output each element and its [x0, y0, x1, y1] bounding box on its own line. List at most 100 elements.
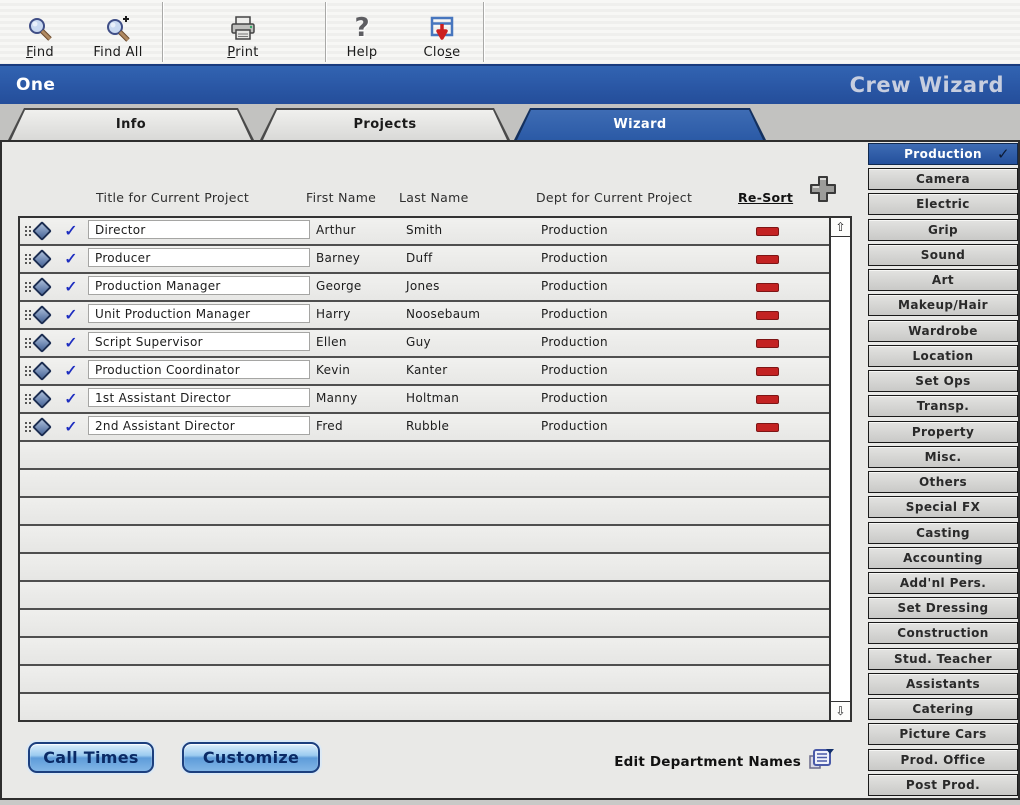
department-button-catering[interactable]: Catering ✓	[868, 698, 1018, 721]
crew-detail-diamond-icon[interactable]	[32, 277, 52, 297]
department-button-set-dressing[interactable]: Set Dressing ✓	[868, 597, 1018, 620]
tab-info[interactable]: Info	[8, 108, 254, 140]
department-label: Property	[911, 424, 975, 439]
department-button-property[interactable]: Property ✓	[868, 420, 1018, 443]
crew-detail-diamond-icon[interactable]	[32, 305, 52, 325]
remove-row-minus-icon[interactable]	[756, 339, 779, 348]
title-field[interactable]: 1st Assistant Director	[88, 388, 310, 407]
department-label: Construction	[897, 626, 989, 641]
remove-row-minus-icon[interactable]	[756, 395, 779, 404]
crew-detail-diamond-icon[interactable]	[32, 389, 52, 409]
title-field[interactable]: Script Supervisor	[88, 332, 310, 351]
add-row-plus-icon[interactable]	[808, 174, 838, 204]
crew-detail-diamond-icon[interactable]	[32, 417, 52, 437]
title-field[interactable]: Production Manager	[88, 276, 310, 295]
re-sort-link[interactable]: Re-Sort	[738, 190, 793, 205]
title-field[interactable]: Production Coordinator	[88, 360, 310, 379]
remove-row-minus-icon[interactable]	[756, 227, 779, 236]
include-checkmark-icon[interactable]: ✓	[64, 389, 77, 408]
scroll-down-icon[interactable]: ⇩	[831, 701, 850, 720]
help-button[interactable]: ? Help	[330, 4, 394, 60]
drag-handle-icon[interactable]	[25, 422, 27, 424]
drag-handle-icon[interactable]	[25, 254, 27, 256]
title-field[interactable]: 2nd Assistant Director	[88, 416, 310, 435]
remove-row-minus-icon[interactable]	[756, 255, 779, 264]
department-button-grip[interactable]: Grip ✓	[868, 218, 1018, 241]
department-button-construction[interactable]: Construction ✓	[868, 622, 1018, 645]
crew-list: ✓ Director Arthur Smith Production ✓ Pro…	[18, 216, 852, 722]
department-button-location[interactable]: Location ✓	[868, 344, 1018, 367]
include-checkmark-icon[interactable]: ✓	[64, 361, 77, 380]
department-label: Stud. Teacher	[894, 651, 992, 666]
dept-value: Production	[541, 279, 608, 293]
department-button-art[interactable]: Art ✓	[868, 269, 1018, 292]
crew-detail-diamond-icon[interactable]	[32, 333, 52, 353]
department-button-makeup-hair[interactable]: Makeup/Hair ✓	[868, 294, 1018, 317]
app-title: Crew Wizard	[849, 73, 1004, 97]
department-button-prod-office[interactable]: Prod. Office ✓	[868, 748, 1018, 771]
department-button-production[interactable]: Production ✓	[868, 143, 1018, 165]
edit-department-names-button[interactable]: Edit Department Names	[562, 748, 834, 776]
scroll-up-icon[interactable]: ⇧	[831, 218, 850, 237]
department-label: Wardrobe	[908, 323, 978, 338]
column-header-first-name: First Name	[306, 190, 377, 205]
tab-projects[interactable]: Projects	[260, 108, 510, 140]
empty-crew-row	[20, 470, 829, 498]
department-button-camera[interactable]: Camera ✓	[868, 168, 1018, 191]
include-checkmark-icon[interactable]: ✓	[64, 249, 77, 268]
last-name-value: Kanter	[406, 363, 448, 377]
department-button-assistants[interactable]: Assistants ✓	[868, 672, 1018, 695]
remove-row-minus-icon[interactable]	[756, 311, 779, 320]
include-checkmark-icon[interactable]: ✓	[64, 305, 77, 324]
find-button[interactable]: Find	[10, 4, 70, 60]
tab-wizard[interactable]: Wizard	[514, 108, 766, 140]
empty-crew-row	[20, 554, 829, 582]
drag-handle-icon[interactable]	[25, 366, 27, 368]
find-all-button[interactable]: Find All	[80, 4, 156, 60]
include-checkmark-icon[interactable]: ✓	[64, 333, 77, 352]
drag-handle-icon[interactable]	[25, 394, 27, 396]
dept-value: Production	[541, 391, 608, 405]
close-button[interactable]: Close	[410, 4, 474, 60]
department-button-special-fx[interactable]: Special FX ✓	[868, 496, 1018, 519]
department-label: Location	[912, 348, 974, 363]
crew-detail-diamond-icon[interactable]	[32, 249, 52, 269]
department-button-misc[interactable]: Misc. ✓	[868, 445, 1018, 468]
remove-row-minus-icon[interactable]	[756, 283, 779, 292]
department-button-wardrobe[interactable]: Wardrobe ✓	[868, 319, 1018, 342]
department-button-others[interactable]: Others ✓	[868, 471, 1018, 494]
department-button-sound[interactable]: Sound ✓	[868, 243, 1018, 266]
call-times-button[interactable]: Call Times	[28, 742, 154, 773]
remove-row-minus-icon[interactable]	[756, 423, 779, 432]
department-button-add-nl-pers[interactable]: Add'nl Pers. ✓	[868, 571, 1018, 594]
dept-value: Production	[541, 223, 608, 237]
include-checkmark-icon[interactable]: ✓	[64, 277, 77, 296]
department-button-stud-teacher[interactable]: Stud. Teacher ✓	[868, 647, 1018, 670]
department-button-post-prod[interactable]: Post Prod. ✓	[868, 773, 1018, 796]
empty-crew-row	[20, 694, 829, 720]
department-button-accounting[interactable]: Accounting ✓	[868, 546, 1018, 569]
crew-row: ✓ Producer Barney Duff Production	[20, 246, 829, 274]
customize-button[interactable]: Customize	[182, 742, 320, 773]
department-button-electric[interactable]: Electric ✓	[868, 193, 1018, 216]
title-field[interactable]: Producer	[88, 248, 310, 267]
print-button[interactable]: Print	[205, 4, 281, 60]
title-field[interactable]: Director	[88, 220, 310, 239]
last-name-value: Noosebaum	[406, 307, 481, 321]
drag-handle-icon[interactable]	[25, 282, 27, 284]
include-checkmark-icon[interactable]: ✓	[64, 221, 77, 240]
drag-handle-icon[interactable]	[25, 226, 27, 228]
scrollbar[interactable]: ⇧ ⇩	[829, 218, 850, 720]
drag-handle-icon[interactable]	[25, 310, 27, 312]
department-button-picture-cars[interactable]: Picture Cars ✓	[868, 723, 1018, 746]
department-button-set-ops[interactable]: Set Ops ✓	[868, 370, 1018, 393]
department-button-transp[interactable]: Transp. ✓	[868, 395, 1018, 418]
crew-detail-diamond-icon[interactable]	[32, 221, 52, 241]
remove-row-minus-icon[interactable]	[756, 367, 779, 376]
title-field[interactable]: Unit Production Manager	[88, 304, 310, 323]
question-icon: ?	[354, 13, 370, 43]
department-button-casting[interactable]: Casting ✓	[868, 521, 1018, 544]
crew-detail-diamond-icon[interactable]	[32, 361, 52, 381]
drag-handle-icon[interactable]	[25, 338, 27, 340]
include-checkmark-icon[interactable]: ✓	[64, 417, 77, 436]
